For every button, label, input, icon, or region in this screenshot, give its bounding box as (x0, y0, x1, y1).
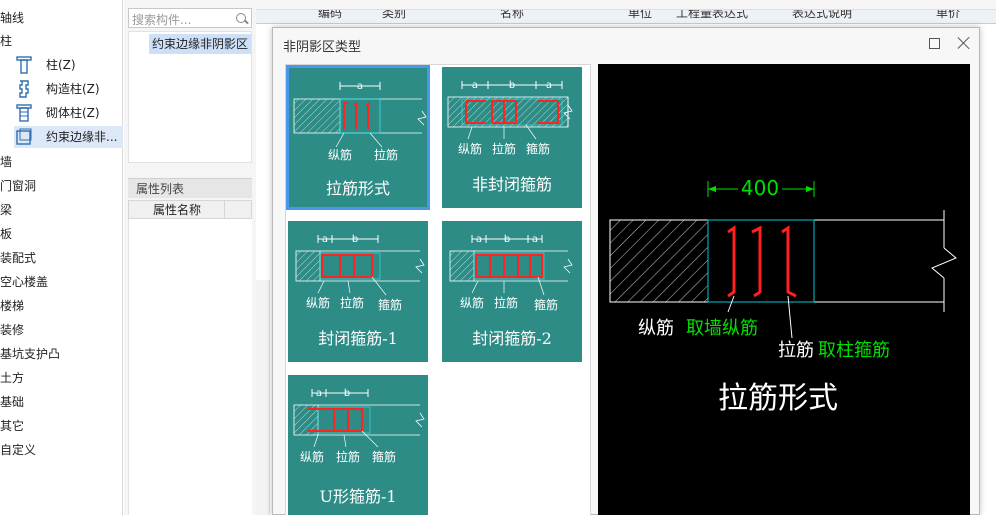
type-option-label: 非封闭箍筋 (471, 175, 552, 194)
dimension-label: b (509, 80, 515, 91)
bar-label: 箍筋 (534, 297, 558, 312)
component-panel: 搜索构件... 约束边缘非阴影区 属性列表 属性名称 (124, 0, 256, 515)
dimension-value: 400 (741, 176, 779, 200)
bar-label: 拉筋 (492, 141, 516, 156)
tree-item-constrained-edge[interactable]: 约束边缘非... (14, 126, 123, 148)
tree-item-foundation[interactable]: 基础 (0, 391, 24, 413)
tree-item-other[interactable]: 其它 (0, 415, 24, 437)
column-icon (16, 56, 32, 74)
tree-item-hollow-floor[interactable]: 空心楼盖 (0, 271, 48, 293)
long-bar-label: 纵筋 (638, 318, 674, 339)
dimension-label: a (476, 234, 482, 245)
type-option-closed-stirrup-2[interactable]: a b a 纵筋 拉筋 箍筋 封闭箍筋-2 (442, 221, 582, 362)
long-bar-note: 取墙纵筋 (686, 318, 758, 339)
tree-item-pit-support[interactable]: 基坑支护凸 (0, 343, 60, 365)
component-search[interactable]: 搜索构件... (128, 8, 252, 28)
tie-label: 拉筋 (778, 340, 814, 361)
bar-label: 箍筋 (526, 141, 550, 156)
property-name-header: 属性名称 (128, 200, 252, 219)
dimension-label: a (532, 234, 538, 245)
bar-label: 纵筋 (306, 295, 330, 310)
dimension-label: b (344, 388, 350, 399)
type-option-tie-bar[interactable]: a 纵筋 拉筋 拉筋形式 (286, 65, 430, 210)
bar-label: 纵筋 (458, 141, 482, 156)
tree-item-beam[interactable]: 梁 (0, 199, 12, 221)
type-preview: 400 纵筋 取墙纵筋 拉筋 取柱箍筋 拉筋形式 (598, 64, 970, 515)
tree-item-label: 约束边缘非... (46, 130, 118, 144)
tree-item-finishing[interactable]: 装修 (0, 319, 24, 341)
table-toolbar (256, 0, 996, 10)
tree-item-label: 砌体柱(Z) (46, 106, 100, 120)
type-option-label: 拉筋形式 (325, 179, 390, 198)
type-option-closed-stirrup-1[interactable]: a b 纵筋 拉筋 箍筋 封闭箍筋-1 (288, 221, 428, 362)
bar-label: 拉筋 (340, 295, 364, 310)
dialog-title: 非阴影区类型 (283, 40, 362, 55)
component-tree: 轴线 柱 柱(Z) 构造柱(Z) 砌体柱(Z) 约束边缘非... 墙 门窗洞 梁… (0, 0, 123, 515)
maximize-icon[interactable] (929, 38, 940, 49)
tree-item-slab[interactable]: 板 (0, 223, 12, 245)
tree-item-column[interactable]: 柱 (0, 30, 12, 52)
bar-label: 拉筋 (336, 449, 360, 464)
dimension-label: a (316, 388, 322, 399)
dimension-label: a (472, 80, 478, 91)
constructional-column-icon (19, 80, 29, 98)
bar-label: 拉筋 (374, 147, 398, 162)
tree-item-label: 构造柱(Z) (46, 82, 100, 96)
table-header: 编码 类别 名称 单位 工程量表达式 表达式说明 单价 (256, 10, 996, 24)
type-option-label: 封闭箍筋-2 (472, 329, 552, 348)
tree-item-prefab[interactable]: 装配式 (0, 247, 36, 269)
column-header: 单价 (936, 10, 961, 20)
bar-label: 拉筋 (494, 295, 518, 310)
bar-label: 纵筋 (300, 449, 324, 464)
tree-item-openings[interactable]: 门窗洞 (0, 175, 36, 197)
property-panel-title: 属性列表 (128, 178, 252, 198)
property-list (128, 219, 252, 515)
bar-label: 箍筋 (372, 449, 396, 464)
masonry-column-icon (16, 104, 32, 122)
search-icon[interactable] (236, 13, 246, 23)
tie-bar-preview-diagram: 400 纵筋 取墙纵筋 拉筋 取柱箍筋 拉筋形式 (609, 176, 957, 416)
tree-item-custom[interactable]: 自定义 (0, 439, 36, 461)
tree-item-label: 柱(Z) (46, 58, 76, 72)
column-header: 单位 (628, 10, 653, 20)
column-header: 编码 (318, 10, 343, 20)
tree-item-wall[interactable]: 墙 (0, 151, 12, 173)
tree-item-stairs[interactable]: 楼梯 (0, 295, 24, 317)
close-icon[interactable] (956, 35, 972, 51)
preview-caption: 拉筋形式 (718, 381, 838, 416)
type-option-open-stirrup[interactable]: a b a 纵筋 拉筋 箍筋 非封闭箍筋 (442, 67, 582, 208)
bar-label: 纵筋 (328, 147, 352, 162)
dimension-label: a (546, 80, 552, 91)
type-option-u-stirrup-1[interactable]: a b 纵筋 拉筋 箍筋 U形箍筋-1 (288, 375, 428, 515)
search-input[interactable]: 搜索构件... (132, 11, 191, 28)
column-header: 工程量表达式 (676, 10, 749, 20)
type-option-label: 封闭箍筋-1 (318, 329, 398, 348)
column-header: 名称 (500, 10, 525, 20)
dimension-label: a (357, 81, 363, 92)
dimension-label: a (322, 234, 328, 245)
table-side-strip (256, 280, 270, 515)
type-thumbnail-list: a 纵筋 拉筋 拉筋形式 a b a 纵筋 拉筋 箍筋 非封闭箍筋 a b 纵筋… (285, 64, 591, 515)
list-item[interactable]: 约束边缘非阴影区 (149, 34, 251, 54)
tie-note: 取柱箍筋 (818, 340, 890, 361)
column-header: 类别 (382, 10, 407, 20)
tree-item-axis[interactable]: 轴线 (0, 7, 24, 29)
dimension-label: b (352, 234, 358, 245)
dimension-label: b (504, 234, 510, 245)
tree-item-earthwork[interactable]: 土方 (0, 367, 24, 389)
column-header: 表达式说明 (792, 10, 853, 20)
bar-label: 箍筋 (378, 297, 402, 312)
type-option-label: U形箍筋-1 (319, 487, 397, 506)
component-list: 约束边缘非阴影区 (128, 31, 252, 163)
bar-label: 纵筋 (460, 295, 484, 310)
non-shadow-type-dialog: 非阴影区类型 a 纵筋 拉筋 拉筋形式 a b a 纵筋 拉筋 箍筋 非封闭箍筋… (272, 27, 980, 515)
constrained-edge-icon (16, 128, 32, 145)
